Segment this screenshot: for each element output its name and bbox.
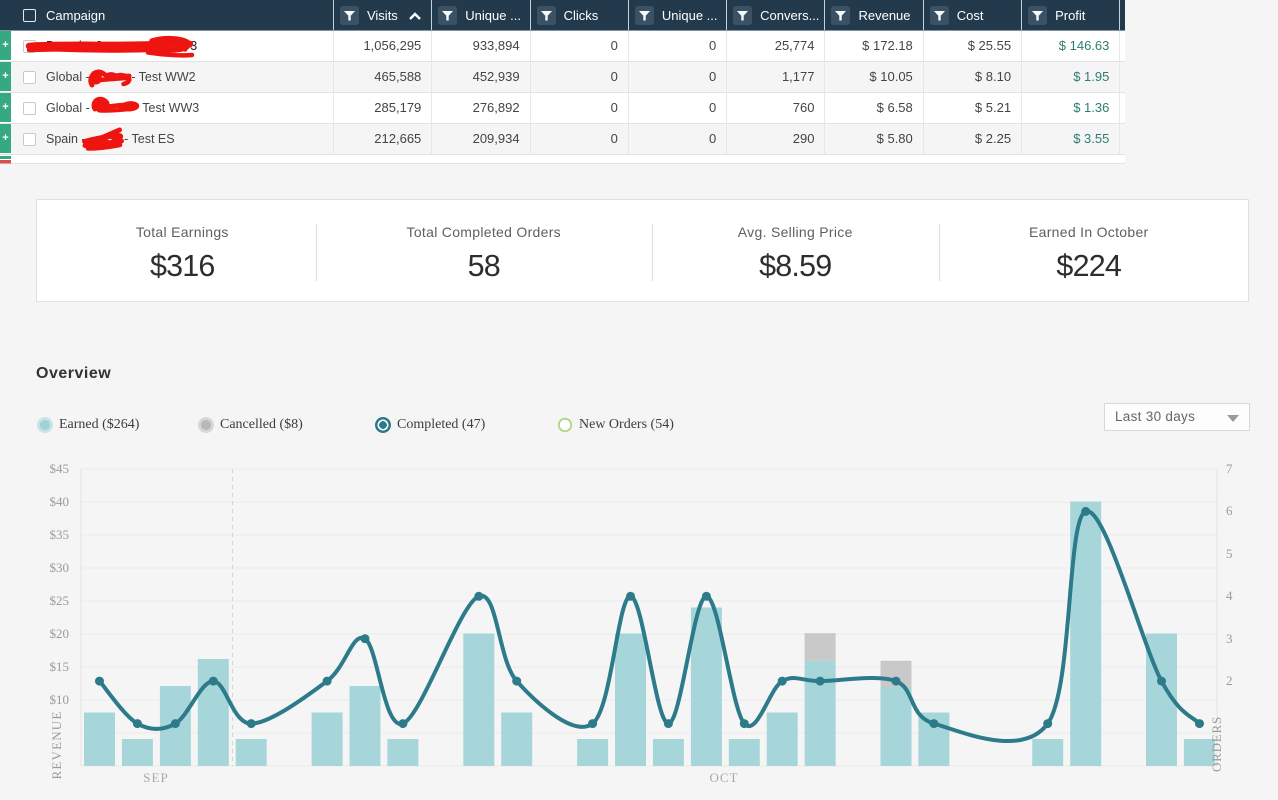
svg-text:$40: $40 xyxy=(50,494,70,509)
svg-text:2: 2 xyxy=(1226,673,1233,688)
svg-text:3: 3 xyxy=(1226,631,1233,646)
svg-text:$10: $10 xyxy=(50,692,70,707)
svg-text:5: 5 xyxy=(1226,546,1233,561)
svg-text:$15: $15 xyxy=(50,659,70,674)
svg-text:OCT: OCT xyxy=(710,770,739,785)
svg-text:ORDERS: ORDERS xyxy=(1209,716,1224,772)
svg-text:SEP: SEP xyxy=(143,770,168,785)
svg-text:4: 4 xyxy=(1226,588,1233,603)
svg-text:6: 6 xyxy=(1226,503,1233,518)
svg-text:$25: $25 xyxy=(50,593,70,608)
svg-text:$45: $45 xyxy=(50,461,70,476)
svg-text:REVENUE: REVENUE xyxy=(49,710,64,779)
svg-text:$30: $30 xyxy=(50,560,70,575)
svg-text:$35: $35 xyxy=(50,527,70,542)
svg-text:$20: $20 xyxy=(50,626,70,641)
svg-text:7: 7 xyxy=(1226,461,1233,476)
